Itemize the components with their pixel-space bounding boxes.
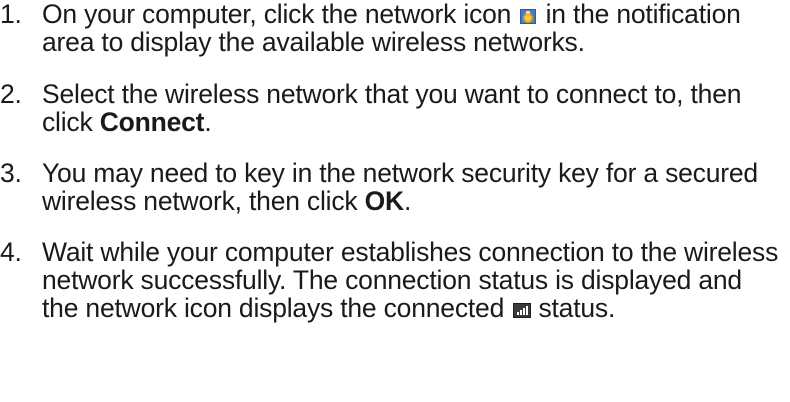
step-number: 2. bbox=[0, 79, 22, 109]
network-disconnected-icon bbox=[520, 9, 537, 24]
step-2: 2. Select the wireless network that you … bbox=[0, 80, 790, 136]
step-text: On your computer, click the network icon… bbox=[42, 0, 741, 57]
step-text: Select the wireless network that you wan… bbox=[42, 79, 741, 137]
step-text: You may need to key in the network secur… bbox=[42, 158, 758, 216]
step-text-part: status. bbox=[538, 293, 616, 323]
step-text-part: . bbox=[404, 186, 412, 216]
step-number: 1. bbox=[0, 0, 22, 29]
step-3: 3. You may need to key in the network se… bbox=[0, 159, 790, 215]
step-1: 1. On your computer, click the network i… bbox=[0, 0, 790, 56]
network-connected-icon bbox=[513, 303, 532, 318]
step-number: 3. bbox=[0, 158, 22, 188]
step-text-part: On your computer, click the network icon bbox=[42, 0, 512, 29]
step-text-part: Wait while your computer establishes con… bbox=[42, 237, 779, 323]
step-4: 4. Wait while your computer establishes … bbox=[0, 238, 790, 322]
connect-label: Connect bbox=[99, 107, 205, 137]
ok-label: OK bbox=[364, 186, 405, 216]
step-text-part: . bbox=[204, 107, 212, 137]
instruction-steps: 1. On your computer, click the network i… bbox=[0, 0, 790, 322]
step-number: 4. bbox=[0, 237, 22, 267]
step-text: Wait while your computer establishes con… bbox=[42, 237, 778, 323]
